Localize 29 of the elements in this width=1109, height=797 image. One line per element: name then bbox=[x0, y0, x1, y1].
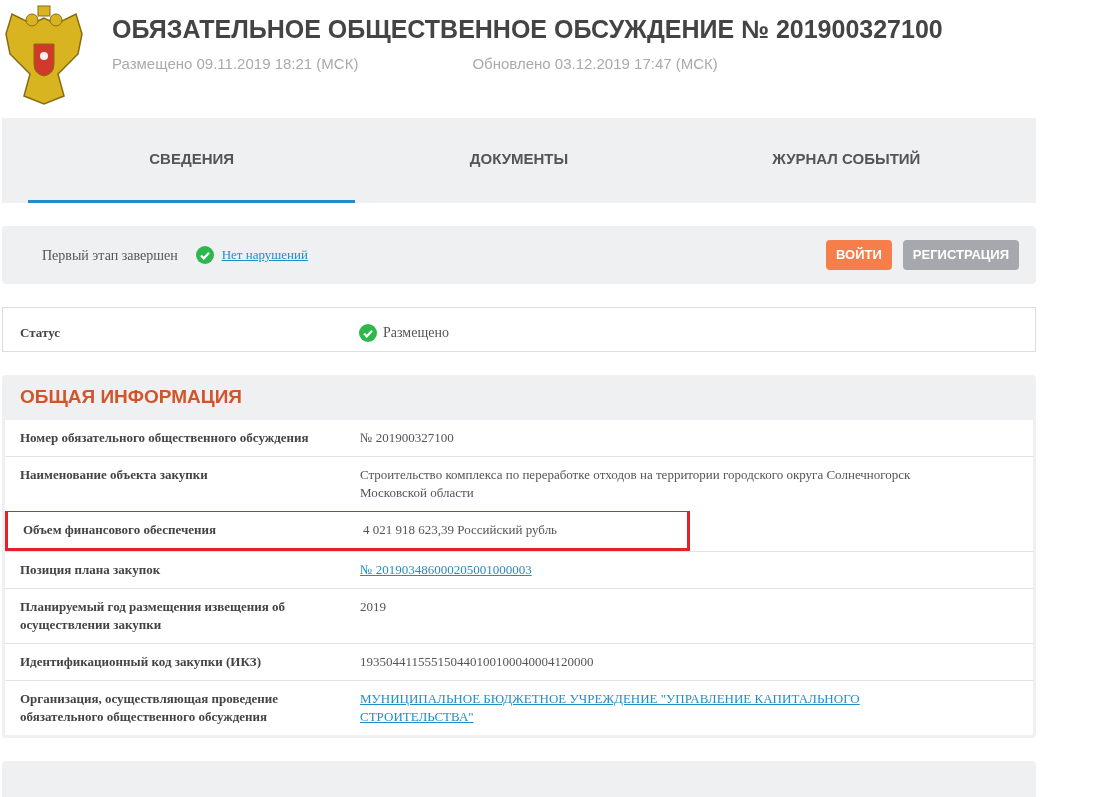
field-value: Строительство комплекса по переработке отходов на территории городского округа Солнечногорск Московской области bbox=[360, 467, 911, 500]
violations-link[interactable]: Нет нарушений bbox=[221, 245, 308, 265]
page-title: ОБЯЗАТЕЛЬНОЕ ОБЩЕСТВЕННОЕ ОБСУЖДЕНИЕ № 201900327100 bbox=[112, 14, 943, 45]
field-label: Позиция плана закупок bbox=[20, 562, 161, 577]
login-button[interactable]: ВОЙТИ bbox=[826, 240, 892, 270]
status-label: Статус bbox=[20, 325, 60, 340]
tab[interactable]: СВЕДЕНИЯ bbox=[28, 118, 356, 203]
posted-date: Размещено 09.11.2019 18:21 (МСК) bbox=[112, 54, 359, 75]
field-label: Объем финансового обеспечения bbox=[23, 522, 216, 537]
tab[interactable]: ДОКУМЕНТЫ bbox=[355, 118, 683, 203]
field-value: 193504411555150440100100040004120000 bbox=[360, 654, 594, 669]
section-title: ОБЩАЯ ИНФОРМАЦИЯ bbox=[20, 385, 242, 410]
stage-text: Первый этап завершен bbox=[42, 246, 178, 265]
field-value: № 201900327100 bbox=[360, 430, 454, 445]
field-label: Идентификационный код закупки (ИКЗ) bbox=[20, 654, 262, 669]
field-link[interactable]: № 201903486000205001000003 bbox=[360, 561, 532, 579]
field-value: 4 021 918 623,39 Российский рубль bbox=[363, 522, 558, 537]
check-circle-icon bbox=[359, 323, 377, 342]
field-value: 2019 bbox=[360, 599, 386, 614]
field-label: Номер обязательного общественного обсуждения bbox=[20, 430, 309, 445]
tab[interactable]: ЖУРНАЛ СОБЫТИЙ bbox=[682, 118, 1010, 203]
status-value: Размещено bbox=[383, 324, 449, 342]
updated-date: Обновлено 03.12.2019 17:47 (МСК) bbox=[472, 54, 718, 75]
check-circle-icon bbox=[195, 246, 214, 264]
field-label: Планируемый год размещения извещения об осуществлении закупки bbox=[20, 599, 285, 632]
field-label: Наименование объекта закупки bbox=[20, 467, 208, 482]
register-button[interactable]: РЕГИСТРАЦИЯ bbox=[902, 240, 1019, 270]
field-label: Организация, осуществляющая проведение обязательного общественного обсуждения bbox=[20, 691, 279, 724]
field-link[interactable]: МУНИЦИПАЛЬНОЕ БЮДЖЕТНОЕ УЧРЕЖДЕНИЕ "УПРАВЛЕНИЕ КАПИТАЛЬНОГО СТРОИТЕЛЬСТВА" bbox=[360, 690, 915, 726]
